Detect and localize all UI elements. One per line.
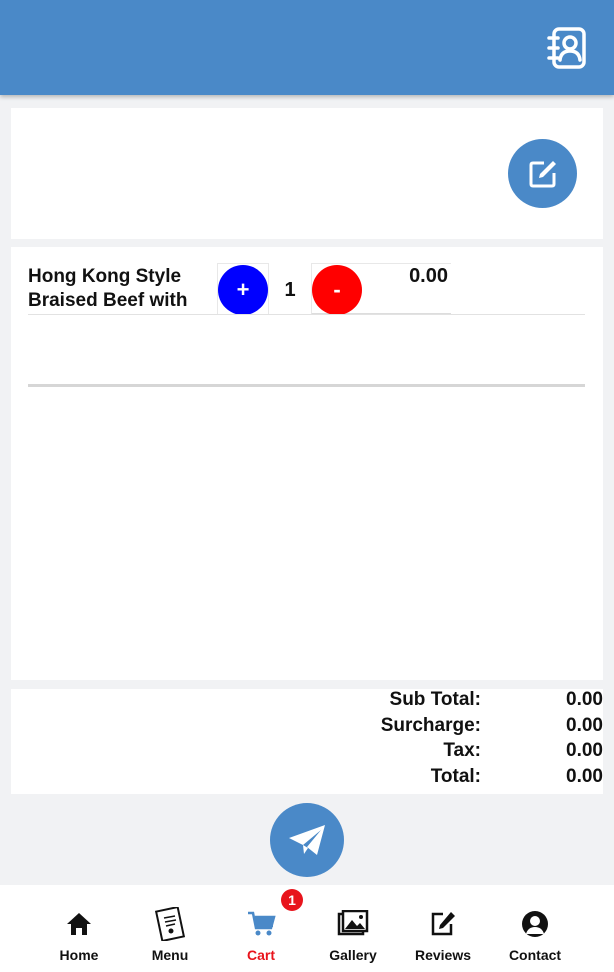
order-info-card xyxy=(11,108,603,239)
nav-home-label: Home xyxy=(59,947,99,963)
subtotal-row: Sub Total: 0.00 xyxy=(11,689,603,715)
cart-icon xyxy=(248,911,276,936)
totals-card: Sub Total: 0.00 Surcharge: 0.00 Tax: 0.0… xyxy=(11,689,603,794)
send-order-button[interactable] xyxy=(270,803,344,877)
total-row: Total: 0.00 xyxy=(11,766,603,792)
nav-reviews[interactable]: Reviews xyxy=(403,907,483,963)
total-label: Total: xyxy=(430,766,481,787)
section-divider xyxy=(28,384,585,387)
surcharge-row: Surcharge: 0.00 xyxy=(11,715,603,741)
nav-reviews-label: Reviews xyxy=(414,947,472,963)
edit-icon xyxy=(529,160,556,187)
cart-count-badge: 1 xyxy=(281,889,303,911)
bottom-navigation: Home Menu Cart Gallery Reviews Contact xyxy=(0,885,614,972)
tax-label: Tax: xyxy=(443,740,481,761)
app-header xyxy=(0,0,614,95)
nav-contact-label: Contact xyxy=(508,947,562,963)
tax-row: Tax: 0.00 xyxy=(11,740,603,766)
surcharge-label: Surcharge: xyxy=(380,715,481,736)
item-divider xyxy=(28,314,585,315)
decrease-quantity-button[interactable]: - xyxy=(312,265,362,315)
increase-quantity-button[interactable]: + xyxy=(218,265,268,315)
reviews-edit-icon xyxy=(431,912,455,936)
edit-button[interactable] xyxy=(508,139,577,208)
increase-box: + xyxy=(217,263,269,315)
cart-items-card: Hong Kong Style Braised Beef with + 1 - … xyxy=(11,247,603,680)
tax-value: 0.00 xyxy=(566,740,603,761)
nav-gallery-label: Gallery xyxy=(329,947,377,963)
total-value: 0.00 xyxy=(566,766,603,787)
nav-menu-label: Menu xyxy=(151,947,189,963)
home-icon xyxy=(67,913,91,935)
menu-book-icon xyxy=(155,907,185,941)
paper-plane-icon xyxy=(289,825,325,855)
nav-gallery[interactable]: Gallery xyxy=(313,907,393,963)
cart-item-quantity: 1 xyxy=(284,279,296,301)
cart-item-price: 0.00 xyxy=(409,265,448,287)
contact-user-icon xyxy=(522,911,548,937)
subtotal-value: 0.00 xyxy=(566,689,603,710)
surcharge-value: 0.00 xyxy=(566,715,603,736)
gallery-icon xyxy=(337,910,369,936)
subtotal-label: Sub Total: xyxy=(389,689,481,710)
nav-menu[interactable]: Menu xyxy=(130,907,210,963)
nav-cart[interactable]: Cart xyxy=(221,907,301,963)
nav-cart-label: Cart xyxy=(246,947,275,963)
nav-home[interactable]: Home xyxy=(39,907,119,963)
nav-contact[interactable]: Contact xyxy=(495,907,575,963)
contact-book-icon[interactable] xyxy=(546,26,588,70)
cart-item-name: Hong Kong Style Braised Beef with xyxy=(28,266,188,311)
